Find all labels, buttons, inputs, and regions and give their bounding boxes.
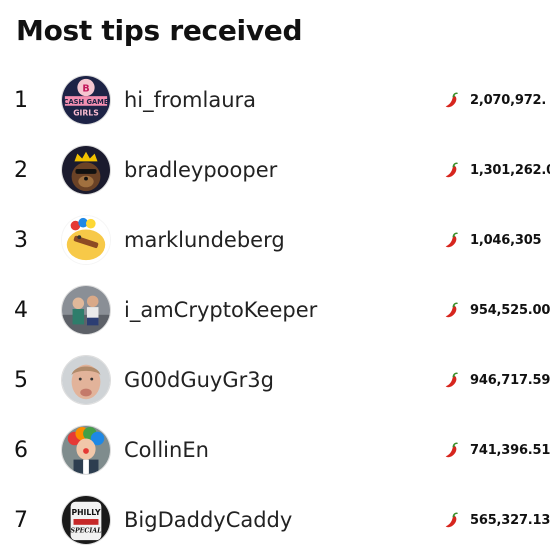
svg-text:GIRLS: GIRLS bbox=[73, 108, 98, 117]
leaderboard-row[interactable]: 7 PHILLY SPECIAL BigDaddyCaddy 565,327.1… bbox=[0, 486, 550, 556]
avatar[interactable] bbox=[61, 285, 111, 335]
svg-text:CASH GAME: CASH GAME bbox=[64, 98, 109, 106]
tip-amount: 2,070,972. bbox=[443, 91, 550, 109]
rank-number: 3 bbox=[14, 228, 28, 253]
username[interactable]: marklundeberg bbox=[124, 228, 285, 252]
avatar[interactable] bbox=[61, 145, 111, 195]
svg-text:SPECIAL: SPECIAL bbox=[70, 527, 102, 534]
chili-pepper-icon bbox=[445, 372, 458, 388]
avatar[interactable] bbox=[61, 425, 111, 475]
tip-amount: 741,396.511 bbox=[443, 441, 550, 459]
svg-text:B: B bbox=[82, 83, 89, 94]
leaderboard-list: 1 B CASH GAME GIRLS hi_fromlaura 2,070,9… bbox=[0, 66, 550, 556]
rank-number: 5 bbox=[14, 368, 28, 393]
chili-pepper-icon bbox=[445, 92, 458, 108]
page-title: Most tips received bbox=[16, 14, 303, 47]
tip-amount: 954,525.00 bbox=[443, 301, 550, 319]
chili-pepper-icon bbox=[445, 162, 458, 178]
tip-amount: 1,301,262.0 bbox=[443, 161, 550, 179]
chili-pepper-icon bbox=[445, 512, 458, 528]
avatar[interactable]: PHILLY SPECIAL bbox=[61, 495, 111, 545]
tip-amount-value: 565,327.139 bbox=[470, 512, 550, 528]
username[interactable]: CollinEn bbox=[124, 438, 209, 462]
username[interactable]: bradleypooper bbox=[124, 158, 277, 182]
svg-text:PHILLY: PHILLY bbox=[71, 508, 100, 517]
tip-amount-value: 946,717.59 bbox=[470, 372, 550, 388]
tip-amount-value: 1,046,305 bbox=[470, 232, 542, 248]
rank-number: 6 bbox=[14, 438, 28, 463]
rank-number: 2 bbox=[14, 158, 28, 183]
username[interactable]: G00dGuyGr3g bbox=[124, 368, 274, 392]
tip-amount: 946,717.59 bbox=[443, 371, 550, 389]
rank-number: 7 bbox=[14, 508, 28, 533]
avatar[interactable] bbox=[61, 215, 111, 265]
chili-pepper-icon bbox=[445, 302, 458, 318]
tip-amount: 1,046,305 bbox=[443, 231, 550, 249]
leaderboard-row[interactable]: 6 CollinEn 741,396.511 bbox=[0, 416, 550, 486]
tip-amount-value: 954,525.00 bbox=[470, 302, 550, 318]
rank-number: 1 bbox=[14, 88, 28, 113]
avatar[interactable]: B CASH GAME GIRLS bbox=[61, 75, 111, 125]
tip-amount-value: 1,301,262.0 bbox=[470, 162, 550, 178]
tip-amount-value: 741,396.511 bbox=[470, 442, 550, 458]
username[interactable]: i_amCryptoKeeper bbox=[124, 298, 317, 322]
rank-number: 4 bbox=[14, 298, 28, 323]
leaderboard-row[interactable]: 1 B CASH GAME GIRLS hi_fromlaura 2,070,9… bbox=[0, 66, 550, 136]
tip-amount: 565,327.139 bbox=[443, 511, 550, 529]
leaderboard-row[interactable]: 4 i_amCryptoKeeper 954,525.00 bbox=[0, 276, 550, 346]
tip-amount-value: 2,070,972. bbox=[470, 92, 547, 108]
username[interactable]: hi_fromlaura bbox=[124, 88, 256, 112]
leaderboard-row[interactable]: 3 marklundeberg 1,046,305 bbox=[0, 206, 550, 276]
leaderboard-row[interactable]: 2 bradleypooper 1,301,262.0 bbox=[0, 136, 550, 206]
chili-pepper-icon bbox=[445, 232, 458, 248]
chili-pepper-icon bbox=[445, 442, 458, 458]
username[interactable]: BigDaddyCaddy bbox=[124, 508, 292, 532]
avatar[interactable] bbox=[61, 355, 111, 405]
leaderboard-row[interactable]: 5 G00dGuyGr3g 946,717.59 bbox=[0, 346, 550, 416]
